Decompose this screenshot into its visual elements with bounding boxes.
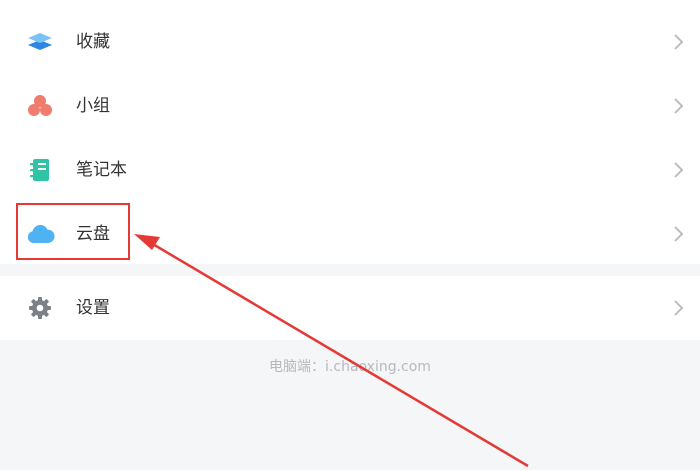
chevron-right-icon [672, 298, 686, 318]
menu-item-label: 小组 [76, 96, 110, 116]
menu-group-settings: 设置 [0, 276, 700, 340]
notebook-icon [24, 154, 56, 186]
menu-item-label: 设置 [76, 298, 110, 318]
menu-item-label: 云盘 [76, 224, 110, 244]
group-circles-icon [24, 90, 56, 122]
chevron-right-icon [672, 224, 686, 244]
menu-item-notebook[interactable]: 笔记本 [0, 138, 700, 202]
menu-item-label: 笔记本 [76, 160, 127, 180]
cloud-icon [24, 218, 56, 250]
menu-item-group[interactable]: 小组 [0, 74, 700, 138]
desktop-site-hint: 电脑端：i.chaoxing.com [269, 359, 431, 375]
menu-item-collection[interactable]: 收藏 [0, 10, 700, 74]
menu-group-main: 收藏 小组 笔记本 云盘 [0, 0, 700, 264]
gear-icon [24, 292, 56, 324]
menu-item-cloud-drive[interactable]: 云盘 [0, 202, 700, 266]
menu-item-label: 收藏 [76, 32, 110, 52]
chevron-right-icon [672, 160, 686, 180]
chevron-right-icon [672, 32, 686, 52]
chevron-right-icon [672, 96, 686, 116]
menu-item-settings[interactable]: 设置 [0, 276, 700, 340]
stacked-layers-icon [24, 26, 56, 58]
